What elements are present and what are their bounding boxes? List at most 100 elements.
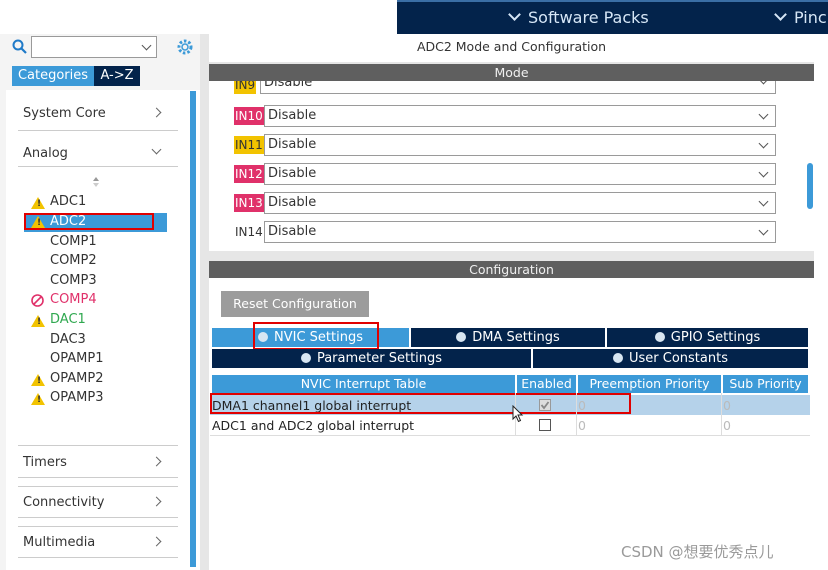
- mode-scrollbar[interactable]: [807, 163, 813, 209]
- divider: [18, 445, 178, 446]
- category-connectivity[interactable]: Connectivity: [23, 495, 104, 510]
- category-system-core[interactable]: System Core: [23, 106, 106, 121]
- highlight-box: [253, 322, 379, 350]
- reset-configuration-button[interactable]: Reset Configuration: [221, 291, 369, 317]
- enabled-checkbox[interactable]: [539, 419, 551, 431]
- mouse-cursor-icon: [512, 405, 524, 423]
- column-header-preemption[interactable]: Preemption Priority: [578, 375, 721, 393]
- sub-priority[interactable]: 0: [723, 416, 731, 435]
- pin-label-in13: IN13: [234, 194, 264, 212]
- search-icon[interactable]: [12, 39, 28, 55]
- peripheral-comp4[interactable]: COMP4: [50, 292, 97, 307]
- peripheral-dac1[interactable]: DAC1: [50, 312, 86, 327]
- pinout-menu[interactable]: Pinc: [774, 8, 827, 27]
- column-divider: [721, 393, 722, 436]
- sidebar-scrollbar[interactable]: [190, 91, 196, 567]
- check-circle-icon: [654, 332, 665, 342]
- gear-icon[interactable]: [176, 38, 194, 56]
- check-circle-icon: [300, 353, 311, 363]
- divider: [18, 517, 178, 518]
- peripheral-opamp1[interactable]: OPAMP1: [50, 351, 103, 366]
- column-header-interrupt[interactable]: NVIC Interrupt Table: [212, 375, 515, 393]
- select-value: Disable: [268, 137, 317, 152]
- select-value: Disable: [268, 224, 317, 239]
- tab-label: User Constants: [629, 351, 728, 366]
- in11-select[interactable]: Disable: [264, 134, 776, 156]
- column-header-enabled[interactable]: Enabled: [517, 375, 576, 393]
- tab-categories[interactable]: Categories: [12, 66, 94, 86]
- search-input[interactable]: [31, 36, 157, 58]
- peripheral-comp2[interactable]: COMP2: [50, 253, 97, 268]
- sort-icon[interactable]: [92, 177, 100, 187]
- sub-priority[interactable]: 0: [723, 396, 731, 415]
- top-nav-accent-line: [397, 0, 828, 2]
- warning-icon: !: [31, 393, 45, 405]
- chevron-down-icon: [508, 8, 521, 21]
- peripheral-opamp2[interactable]: OPAMP2: [50, 371, 103, 386]
- peripheral-opamp3[interactable]: OPAMP3: [50, 390, 103, 405]
- select-value: Disable: [268, 166, 317, 181]
- pin-label-in14: IN14: [235, 225, 263, 239]
- software-packs-menu[interactable]: Software Packs: [508, 8, 649, 27]
- tab-a-to-z[interactable]: A->Z: [94, 66, 140, 86]
- highlight-box: [24, 213, 154, 230]
- tab-dma-settings[interactable]: DMA Settings: [411, 328, 605, 347]
- software-packs-label: Software Packs: [528, 8, 649, 27]
- in14-select[interactable]: Disable: [264, 221, 776, 243]
- chevron-down-icon: [758, 167, 769, 178]
- pinout-label: Pinc: [794, 8, 827, 27]
- configuration-header: Configuration: [209, 261, 814, 278]
- check-circle-icon: [613, 353, 623, 363]
- in13-select[interactable]: Disable: [264, 192, 776, 214]
- tab-label: DMA Settings: [472, 330, 560, 345]
- warning-icon: !: [31, 315, 45, 327]
- in12-select[interactable]: Disable: [264, 163, 776, 185]
- chevron-down-icon: [758, 138, 769, 149]
- disabled-icon: [31, 294, 44, 307]
- divider: [18, 477, 178, 478]
- chevron-down-icon: [758, 196, 769, 207]
- divider: [18, 557, 178, 558]
- column-header-sub-priority[interactable]: Sub Priority: [723, 375, 808, 393]
- select-value: Disable: [268, 108, 317, 123]
- left-sidebar: Categories A->Z System Core Analog ! ADC…: [0, 34, 200, 570]
- peripheral-comp3[interactable]: COMP3: [50, 273, 97, 288]
- category-multimedia[interactable]: Multimedia: [23, 535, 95, 550]
- interrupt-name: ADC1 and ADC2 global interrupt: [212, 418, 415, 433]
- in10-select[interactable]: Disable: [264, 105, 776, 127]
- pin-label-in11: IN11: [234, 136, 264, 154]
- peripheral-adc1[interactable]: ADC1: [50, 194, 86, 209]
- tab-gpio-settings[interactable]: GPIO Settings: [607, 328, 808, 347]
- preemption-priority[interactable]: 0: [578, 416, 586, 435]
- tab-parameter-settings[interactable]: Parameter Settings: [212, 349, 531, 368]
- watermark: CSDN @想要优秀点儿: [621, 543, 774, 561]
- in9-select[interactable]: Disable: [260, 81, 776, 94]
- chevron-down-icon: [758, 109, 769, 120]
- pin-label-in12: IN12: [234, 165, 264, 183]
- pin-label-in10: IN10: [234, 107, 264, 125]
- tab-user-constants[interactable]: User Constants: [533, 349, 808, 368]
- top-nav-bar: Software Packs Pinc: [397, 0, 828, 34]
- select-value: Disable: [264, 81, 313, 90]
- tab-label: Parameter Settings: [316, 351, 443, 366]
- category-timers[interactable]: Timers: [23, 455, 67, 470]
- divider: [18, 166, 178, 167]
- chevron-down-icon: [141, 40, 152, 51]
- highlight-box: [210, 393, 631, 414]
- peripheral-dac3[interactable]: DAC3: [50, 332, 86, 347]
- chevron-down-icon: [758, 81, 769, 85]
- divider: [18, 526, 178, 527]
- page-title: ADC2 Mode and Configuration: [416, 39, 607, 54]
- right-edge: [814, 34, 828, 570]
- divider: [18, 486, 178, 487]
- peripheral-comp1[interactable]: COMP1: [50, 234, 97, 249]
- tab-label: GPIO Settings: [670, 330, 761, 345]
- mode-header: Mode: [209, 64, 814, 81]
- category-analog[interactable]: Analog: [23, 146, 68, 161]
- divider: [18, 130, 178, 131]
- chevron-down-icon: [758, 225, 769, 236]
- chevron-down-icon: [774, 8, 787, 21]
- top-toolbar: Software Packs Pinc: [0, 0, 828, 34]
- column-divider: [576, 393, 577, 436]
- warning-icon: !: [31, 197, 45, 209]
